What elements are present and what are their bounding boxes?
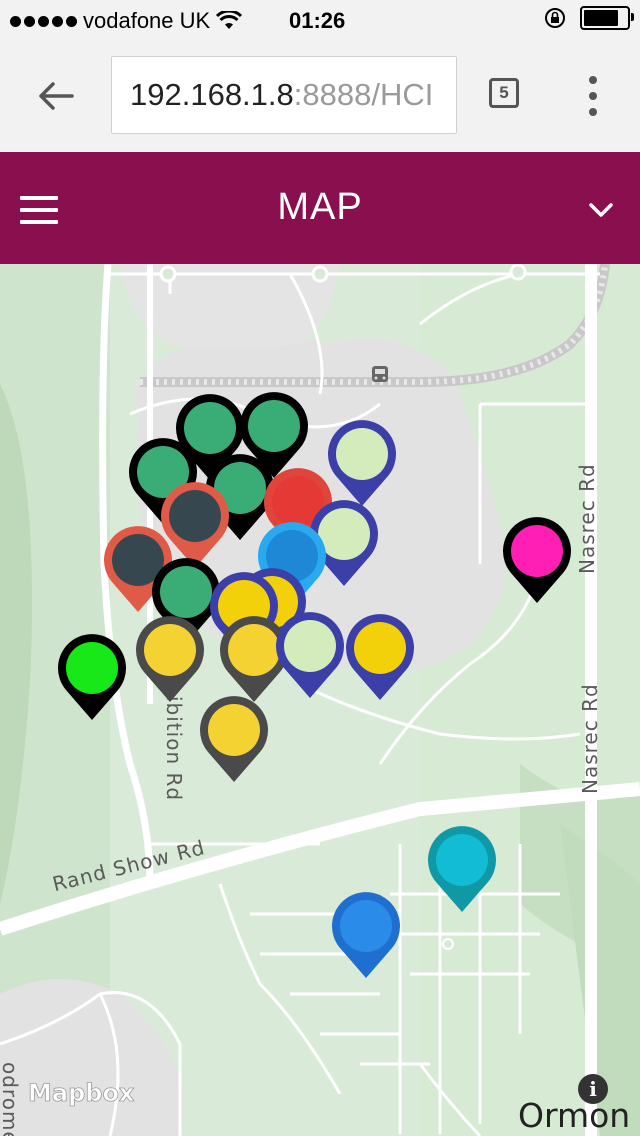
map-marker[interactable]: [497, 515, 577, 605]
browser-toolbar: 192.168.1.8:8888/HCI 5: [0, 40, 640, 152]
signal-strength-icon: [10, 15, 77, 27]
marker-fill-circle: [436, 834, 488, 886]
mapbox-logo[interactable]: Mapbox: [28, 1079, 135, 1108]
map-marker[interactable]: [422, 824, 502, 914]
url-bar[interactable]: 192.168.1.8:8888/HCI: [111, 56, 457, 134]
road-label-nasrec-upper: Nasrec Rd: [575, 463, 599, 574]
url-host: 192.168.1.8: [130, 77, 294, 112]
map-marker[interactable]: [270, 610, 350, 700]
marker-fill-circle: [340, 900, 392, 952]
wifi-icon: [216, 11, 243, 29]
map-marker[interactable]: [130, 614, 210, 704]
app-header: MAP: [0, 152, 640, 264]
arrow-left-icon: [39, 82, 74, 110]
browser-menu-button[interactable]: [580, 76, 606, 116]
status-bar: vodafone UK 01:26: [0, 0, 640, 40]
chevron-down-icon[interactable]: [588, 200, 614, 220]
map-view[interactable]: Rand Show Rd Nasrec Rd Nasrec Rd ibition…: [0, 264, 640, 1136]
map-marker[interactable]: [52, 632, 132, 722]
rotation-lock-icon: [545, 8, 565, 28]
marker-fill-circle: [248, 400, 300, 452]
place-label: Ormon: [518, 1096, 631, 1135]
page-title: MAP: [277, 186, 363, 228]
road-label-partial-left: odrome: [0, 1062, 22, 1136]
map-marker[interactable]: [326, 890, 406, 980]
marker-fill-circle: [511, 525, 563, 577]
map-marker[interactable]: [194, 694, 274, 784]
map-marker[interactable]: [340, 612, 420, 702]
road-label-exhibition: ibition Rd: [162, 696, 186, 802]
carrier-name: vodafone UK: [83, 8, 211, 33]
marker-fill-circle: [336, 428, 388, 480]
marker-fill-circle: [284, 620, 336, 672]
marker-fill-circle: [354, 622, 406, 674]
back-button[interactable]: [30, 70, 82, 122]
tab-switcher-button[interactable]: 5: [489, 78, 519, 108]
clock: 01:26: [289, 8, 346, 33]
url-path: :8888/HCI: [293, 77, 434, 112]
marker-fill-circle: [66, 642, 118, 694]
marker-fill-circle: [144, 624, 196, 676]
road-label-nasrec-lower: Nasrec Rd: [578, 683, 602, 794]
marker-fill-circle: [208, 704, 260, 756]
battery-icon: [580, 6, 634, 30]
